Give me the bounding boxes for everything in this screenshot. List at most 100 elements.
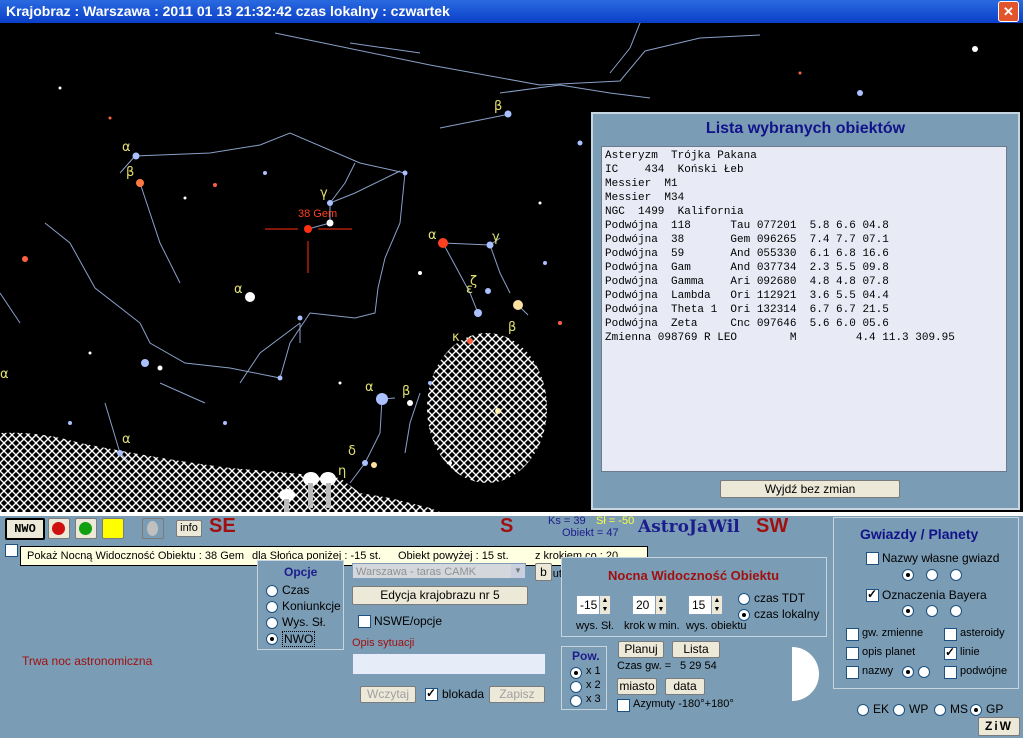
data-button[interactable]: data bbox=[665, 678, 705, 695]
spin-arrows-icon[interactable]: ▲ ▼ bbox=[655, 596, 666, 614]
spin-arrows-icon[interactable]: ▲ ▼ bbox=[599, 596, 610, 614]
linie-checkbox[interactable] bbox=[944, 645, 957, 660]
extra-checkbox[interactable] bbox=[5, 544, 18, 557]
asteroidy-checkbox[interactable] bbox=[944, 628, 957, 641]
b-button[interactable]: b bbox=[535, 563, 552, 581]
chevron-down-icon: ▼ bbox=[511, 564, 525, 578]
oznaczenia-label: Oznaczenia Bayera bbox=[882, 588, 987, 602]
direction-s: S bbox=[500, 515, 514, 537]
opcje-panel: Opcje Czas Koniunkcje Wys. Sł. NWO bbox=[257, 560, 344, 650]
svg-text:α: α bbox=[428, 228, 437, 243]
ek-radio[interactable] bbox=[857, 704, 869, 716]
info-button[interactable]: info bbox=[176, 520, 202, 537]
moon-phase-button[interactable] bbox=[142, 518, 164, 539]
gwiazdy-title: Gwiazdy / Planety bbox=[860, 526, 979, 542]
list-item[interactable]: Podwójna 59 And 055330 6.1 6.8 16.6 bbox=[605, 247, 1003, 261]
wp-label: WP bbox=[909, 702, 929, 716]
moon-disk[interactable] bbox=[427, 333, 547, 483]
pow-radio-x2[interactable] bbox=[570, 681, 582, 693]
lista-button[interactable]: Lista bbox=[672, 641, 720, 658]
svg-text:β: β bbox=[402, 384, 410, 399]
list-item[interactable]: NGC 1499 Kalifornia bbox=[605, 205, 1003, 219]
list-item[interactable]: Podwójna Gamma Ari 092680 4.8 4.8 07.8 bbox=[605, 275, 1003, 289]
opcje-radio-wys-sl[interactable] bbox=[266, 617, 278, 629]
ziw-button[interactable]: ZiW bbox=[978, 717, 1020, 736]
yellow-color-button[interactable] bbox=[102, 518, 124, 539]
spin-arrows-icon[interactable]: ▲ ▼ bbox=[711, 596, 722, 614]
edit-landscape-button[interactable]: Edycja krajobrazu nr 5 bbox=[352, 586, 528, 605]
list-item[interactable]: Podwójna Lambda Ori 112921 3.6 5.5 04.4 bbox=[605, 289, 1003, 303]
object-list[interactable]: Asteryzm Trójka Pakana IC 434 Koński Łeb M… bbox=[601, 146, 1007, 472]
landscape-select[interactable]: Warszawa - taras CAMK ▼ bbox=[352, 563, 526, 579]
sun-alt-value: -15 bbox=[580, 598, 598, 612]
sun-alt-input[interactable]: -15 ▲ ▼ bbox=[576, 595, 611, 615]
list-item[interactable]: Zmienna 098769 R LEO M 4.4 11.3 309.95 bbox=[605, 331, 1003, 345]
nswe-label: NSWE/opcje bbox=[374, 614, 443, 628]
svg-text:α: α bbox=[365, 380, 374, 395]
nazwy-wlasne-checkbox[interactable] bbox=[866, 552, 879, 565]
nswe-checkbox[interactable] bbox=[358, 615, 371, 628]
moon-phase-icon bbox=[792, 647, 819, 701]
list-item[interactable]: Podwójna Theta 1 Ori 132314 6.7 6.7 21.5 bbox=[605, 303, 1003, 317]
svg-text:α: α bbox=[234, 282, 243, 297]
list-item[interactable]: Messier M1 bbox=[605, 177, 1003, 191]
czas-gw-value: 5 29 54 bbox=[680, 660, 717, 672]
nwo-panel-title: Nocna Widoczność Obiektu bbox=[608, 568, 780, 583]
bayer-size-radio-1[interactable] bbox=[902, 605, 914, 617]
planuj-button[interactable]: Planuj bbox=[618, 641, 664, 658]
opis-planet-checkbox[interactable] bbox=[846, 647, 859, 660]
close-button[interactable]: ✕ bbox=[998, 1, 1019, 22]
obj-alt-input[interactable]: 15 ▲ ▼ bbox=[688, 595, 723, 615]
nwo-button[interactable]: NWO bbox=[5, 518, 45, 540]
opcje-radio-koniunkcje[interactable] bbox=[266, 601, 278, 613]
nazwy-size-radio-3[interactable] bbox=[950, 569, 962, 581]
svg-text:η: η bbox=[338, 464, 346, 479]
nazwy-opt-radio-1[interactable] bbox=[902, 666, 914, 678]
bayer-size-radio-2[interactable] bbox=[926, 605, 938, 617]
opcje-label-nwo: NWO bbox=[282, 631, 316, 647]
nazwy-wlasne-label: Nazwy własne gwiazd bbox=[882, 551, 1000, 565]
list-item[interactable]: Asteryzm Trójka Pakana bbox=[605, 149, 1003, 163]
blokada-checkbox[interactable] bbox=[425, 686, 438, 701]
list-item[interactable]: Podwójna 38 Gem 096265 7.4 7.7 07.1 bbox=[605, 233, 1003, 247]
gw-zmienne-label: gw. zmienne bbox=[862, 627, 924, 639]
list-item[interactable]: Podwójna Gam And 037734 2.3 5.5 09.8 bbox=[605, 261, 1003, 275]
svg-text:β: β bbox=[494, 99, 502, 114]
wczytaj-button[interactable]: Wczytaj bbox=[360, 686, 416, 703]
pow-radio-x1[interactable] bbox=[570, 667, 582, 679]
gw-zmienne-checkbox[interactable] bbox=[846, 628, 859, 641]
list-item[interactable]: IC 434 Koński Łeb bbox=[605, 163, 1003, 177]
pow-radio-x3[interactable] bbox=[570, 695, 582, 707]
ms-label: MS bbox=[950, 702, 968, 716]
nazwy-size-radio-1[interactable] bbox=[902, 569, 914, 581]
pow-label-x2: x 2 bbox=[586, 679, 601, 691]
step-input[interactable]: 20 ▲ ▼ bbox=[632, 595, 667, 615]
nazwy-size-radio-2[interactable] bbox=[926, 569, 938, 581]
zapisz-button[interactable]: Zapisz bbox=[489, 686, 545, 703]
green-color-button[interactable] bbox=[75, 518, 97, 539]
opcje-title: Opcje bbox=[284, 565, 318, 579]
podwojne-checkbox[interactable] bbox=[944, 666, 957, 679]
exit-without-changes-button[interactable]: Wyjdź bez zmian bbox=[720, 480, 900, 498]
svg-text:γ: γ bbox=[320, 186, 328, 201]
brand-label: AstroJaWil bbox=[638, 517, 740, 537]
title-bar: Krajobraz : Warszawa : 2011 01 13 21:32:… bbox=[0, 0, 1023, 23]
nazwy-opt-radio-2[interactable] bbox=[918, 666, 930, 678]
list-item[interactable]: Podwójna Zeta Cnc 097646 5.6 6.0 05.6 bbox=[605, 317, 1003, 331]
gp-radio[interactable] bbox=[970, 704, 982, 716]
wp-radio[interactable] bbox=[893, 704, 905, 716]
opcje-radio-nwo[interactable] bbox=[266, 633, 278, 645]
ms-radio[interactable] bbox=[934, 704, 946, 716]
list-item[interactable]: Messier M34 bbox=[605, 191, 1003, 205]
miasto-button[interactable]: miasto bbox=[617, 678, 657, 695]
azymuty-checkbox[interactable] bbox=[617, 699, 630, 712]
oznaczenia-checkbox[interactable] bbox=[866, 587, 879, 602]
opis-input[interactable] bbox=[352, 653, 546, 675]
red-color-button[interactable] bbox=[48, 518, 70, 539]
tdt-radio[interactable] bbox=[738, 593, 750, 605]
list-item[interactable]: Podwójna 118 Tau 077201 5.8 6.6 04.8 bbox=[605, 219, 1003, 233]
nazwy-checkbox[interactable] bbox=[846, 666, 859, 679]
sun-alt-label: wys. Sł. bbox=[576, 620, 614, 632]
opcje-radio-czas[interactable] bbox=[266, 585, 278, 597]
bayer-size-radio-3[interactable] bbox=[950, 605, 962, 617]
